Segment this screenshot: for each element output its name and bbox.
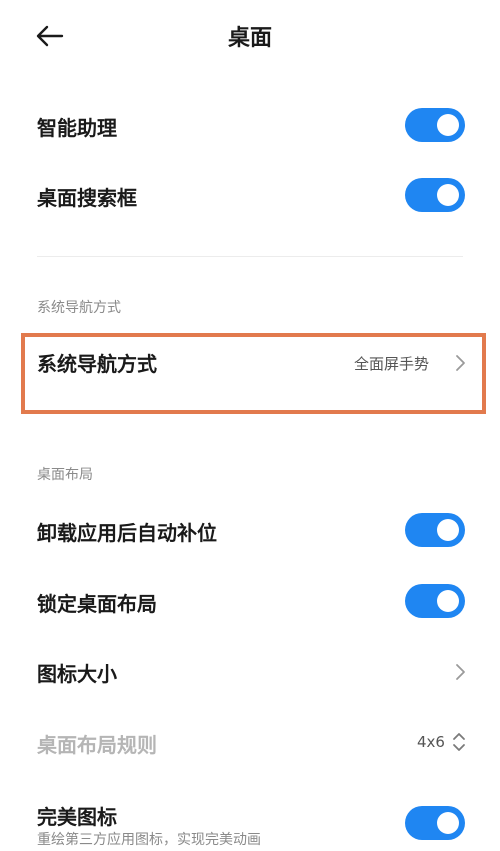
highlight-box: [21, 333, 486, 414]
perfect-icons-toggle[interactable]: [405, 806, 465, 840]
setting-label: 桌面搜索框: [37, 186, 137, 210]
section-header-layout: 桌面布局: [37, 467, 93, 483]
toggle-knob: [437, 114, 459, 136]
page-title: 桌面: [227, 26, 272, 51]
section-header-navigation: 系统导航方式: [37, 300, 121, 316]
setting-row-layout-rule: 桌面布局规则 4x6: [0, 721, 500, 765]
setting-label: 卸载应用后自动补位: [37, 521, 217, 545]
toggle-knob: [437, 590, 459, 612]
setting-row-auto-fill[interactable]: 卸载应用后自动补位: [0, 509, 500, 553]
setting-label: 桌面布局规则: [37, 733, 157, 757]
setting-label: 智能助理: [37, 116, 117, 140]
setting-row-perfect-icons[interactable]: 完美图标 重绘第三方应用图标，实现完美动画: [0, 796, 500, 851]
setting-row-icon-size[interactable]: 图标大小: [0, 650, 500, 694]
toggle-knob: [437, 184, 459, 206]
setting-label: 锁定桌面布局: [37, 592, 157, 616]
setting-label: 图标大小: [37, 662, 117, 686]
section-divider: [37, 256, 463, 257]
smart-assistant-toggle[interactable]: [405, 108, 465, 142]
search-bar-toggle[interactable]: [405, 178, 465, 212]
layout-rule-value: 4x6: [417, 733, 445, 751]
setting-row-search-bar[interactable]: 桌面搜索框: [0, 174, 500, 218]
toggle-knob: [437, 812, 459, 834]
top-bar: 桌面: [0, 0, 500, 72]
toggle-knob: [437, 519, 459, 541]
setting-subtitle: 重绘第三方应用图标，实现完美动画: [37, 832, 261, 848]
auto-fill-toggle[interactable]: [405, 513, 465, 547]
updown-chevron-icon: [453, 733, 465, 751]
setting-row-lock-layout[interactable]: 锁定桌面布局: [0, 580, 500, 624]
chevron-right-icon: [456, 664, 465, 680]
lock-layout-toggle[interactable]: [405, 584, 465, 618]
setting-row-smart-assistant[interactable]: 智能助理: [0, 104, 500, 148]
setting-label: 完美图标: [37, 805, 117, 829]
